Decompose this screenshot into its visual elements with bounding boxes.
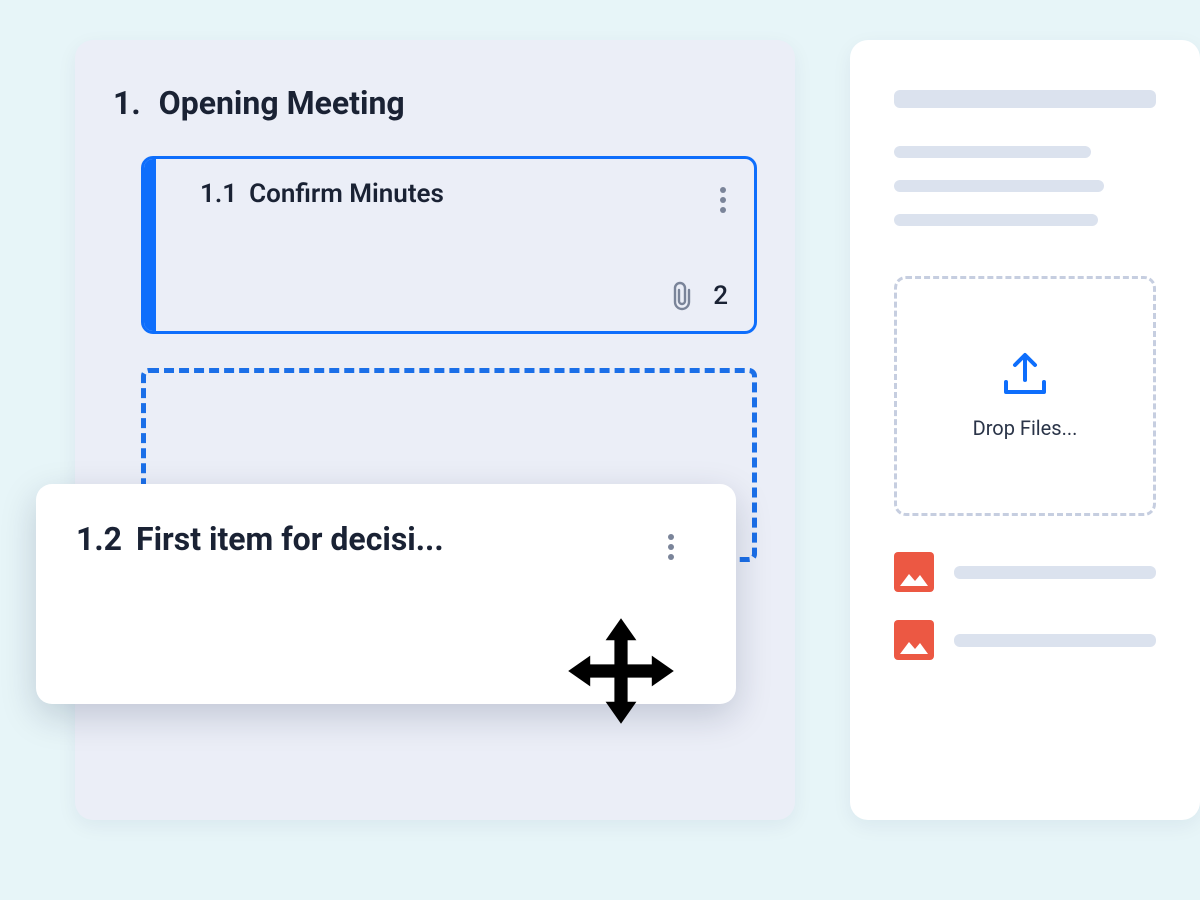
skeleton-line	[954, 566, 1156, 579]
skeleton-line	[894, 214, 1098, 226]
skeleton-heading	[894, 90, 1156, 108]
dragging-item-title: 1.2 First item for decisi...	[76, 520, 696, 558]
dragging-agenda-item[interactable]: 1.2 First item for decisi...	[36, 484, 736, 704]
image-file-icon	[894, 552, 934, 592]
upload-icon	[1000, 352, 1050, 396]
agenda-item-title: 1.1 Confirm Minutes	[200, 179, 728, 209]
file-item[interactable]	[894, 620, 1156, 660]
dragging-item-number: 1.2	[76, 520, 122, 558]
more-vertical-icon	[664, 530, 678, 564]
attachment-count: 2	[713, 281, 728, 311]
dropzone-label: Drop Files...	[973, 416, 1078, 440]
section-heading: 1. Opening Meeting	[113, 84, 757, 122]
file-list	[894, 552, 1156, 660]
file-item[interactable]	[894, 552, 1156, 592]
paperclip-icon	[671, 281, 695, 311]
image-file-icon	[894, 620, 934, 660]
dragging-item-menu-button[interactable]	[664, 530, 678, 564]
more-vertical-icon	[716, 183, 730, 217]
move-cursor-icon	[566, 616, 676, 726]
skeleton-line	[894, 180, 1104, 192]
side-panel: Drop Files...	[850, 40, 1200, 820]
skeleton-line	[894, 146, 1091, 158]
agenda-item-menu-button[interactable]	[716, 183, 730, 217]
agenda-item-number: 1.1	[200, 179, 237, 209]
agenda-item-title-text: Confirm Minutes	[249, 179, 444, 209]
dragging-item-title-text: First item for decisi...	[136, 520, 444, 558]
file-dropzone[interactable]: Drop Files...	[894, 276, 1156, 516]
section-title-text: Opening Meeting	[159, 84, 405, 122]
attachment-indicator[interactable]: 2	[671, 281, 728, 311]
skeleton-line	[954, 634, 1156, 647]
section-number: 1.	[113, 84, 141, 122]
agenda-item-confirm-minutes[interactable]: 1.1 Confirm Minutes 2	[141, 156, 757, 334]
